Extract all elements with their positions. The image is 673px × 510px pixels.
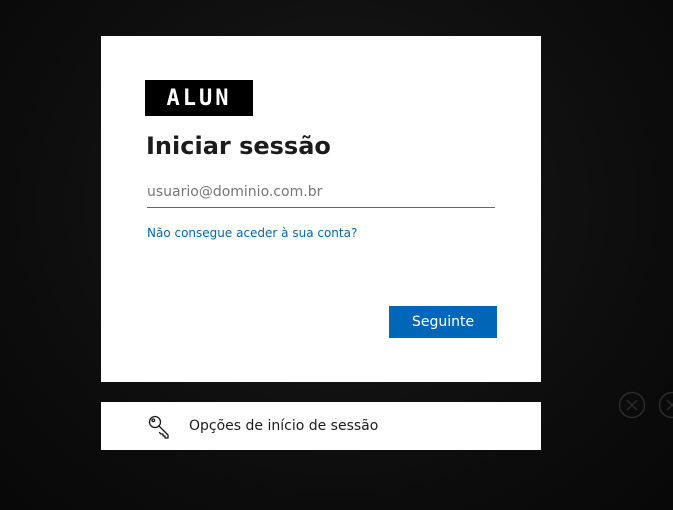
cant-access-account-link[interactable]: Não consegue aceder à sua conta? (147, 226, 357, 240)
logo-text: ALUN (166, 85, 232, 111)
close-circle-icon (658, 391, 673, 419)
key-icon (148, 415, 169, 439)
signin-card: ALUN Iniciar sessão Não consegue aceder … (101, 36, 541, 382)
signin-options-label: Opções de início de sessão (189, 418, 379, 434)
signin-options-button[interactable]: Opções de início de sessão (101, 402, 541, 450)
page-title: Iniciar sessão (146, 132, 331, 160)
next-button[interactable]: Seguinte (389, 306, 497, 338)
email-field[interactable] (147, 176, 495, 208)
close-circle-icon (618, 391, 646, 419)
company-logo: ALUN (145, 80, 253, 116)
